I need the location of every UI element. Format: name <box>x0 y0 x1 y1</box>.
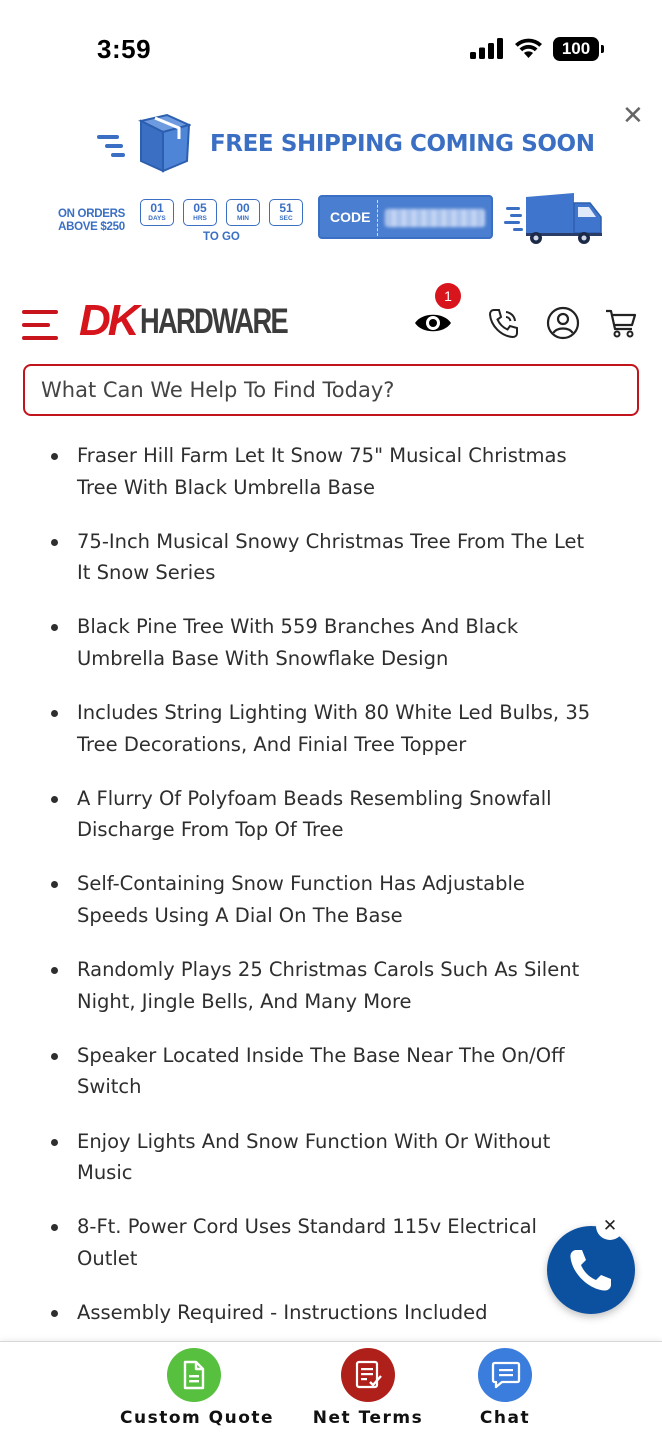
logo-hardware: HARDWARE <box>139 302 289 341</box>
countdown-days: 01 DAYS <box>140 199 174 226</box>
checklist-document-icon <box>355 1360 382 1389</box>
promo-close-icon[interactable]: ✕ <box>622 103 644 129</box>
chat-circle <box>478 1348 532 1402</box>
list-item: Includes String Lighting With 80 White L… <box>0 697 662 783</box>
bullet <box>51 967 58 975</box>
search-input[interactable] <box>25 366 637 414</box>
countdown-seconds: 51 SEC <box>269 199 303 226</box>
list-item: Randomly Plays 25 Christmas Carols Such … <box>0 954 662 1040</box>
countdown-minutes: 00 MIN <box>226 199 260 226</box>
promo-code-box[interactable]: CODE <box>318 195 493 239</box>
bullet <box>51 881 58 889</box>
phone-icon[interactable] <box>487 307 521 341</box>
countdown-to-go-label: TO GO <box>203 231 240 243</box>
chat-bubble-icon <box>491 1361 521 1389</box>
promo-code-label: CODE <box>330 209 371 225</box>
cellular-signal-icon <box>470 38 503 59</box>
list-item: A Flurry Of Polyfoam Beads Resembling Sn… <box>0 783 662 869</box>
bottom-action-bar: Custom Quote Net Terms Chat <box>0 1341 662 1440</box>
promo-code-divider <box>377 200 378 236</box>
chat-label: Chat <box>479 1408 531 1428</box>
bullet <box>51 795 58 803</box>
search-box[interactable] <box>23 364 639 416</box>
status-bar: 3:59 100 <box>0 0 662 90</box>
promo-banner[interactable]: ✕ FREE SHIPPING COMING SOON ON ORDERS AB… <box>0 95 662 265</box>
bullet <box>51 538 58 546</box>
list-item: Black Pine Tree With 559 Branches And Bl… <box>0 611 662 697</box>
user-account-icon[interactable] <box>546 306 580 340</box>
wifi-icon <box>515 38 542 58</box>
net-terms-label: Net Terms <box>312 1408 424 1428</box>
site-header: DK HARDWARE 1 <box>0 283 662 360</box>
chat-button[interactable]: Chat <box>470 1348 540 1428</box>
promo-headline: FREE SHIPPING COMING SOON <box>210 131 595 157</box>
list-item: Speaker Located Inside The Base Near The… <box>0 1040 662 1126</box>
bullet <box>51 710 58 718</box>
promo-order-minimum: ON ORDERS ABOVE $250 <box>58 208 125 233</box>
document-icon <box>183 1360 205 1390</box>
bullet <box>51 1224 58 1232</box>
custom-quote-button[interactable]: Custom Quote <box>120 1348 275 1428</box>
cart-icon[interactable] <box>605 307 637 339</box>
shipping-box-icon <box>97 113 191 173</box>
bullet <box>51 1309 58 1317</box>
promo-code-hidden-value <box>385 209 485 227</box>
custom-quote-circle <box>167 1348 221 1402</box>
logo-dk: DK <box>79 296 140 345</box>
bullet <box>51 453 58 460</box>
battery-indicator: 100 <box>553 37 604 61</box>
countdown-hours: 05 HRS <box>183 199 217 226</box>
call-close-icon[interactable]: ✕ <box>596 1212 624 1240</box>
call-button[interactable] <box>547 1226 635 1314</box>
net-terms-circle <box>341 1348 395 1402</box>
status-time: 3:59 <box>97 34 152 64</box>
promo-countdown: 01 DAYS 05 HRS 00 MIN 51 SEC <box>140 199 303 226</box>
list-item: Enjoy Lights And Snow Function With Or W… <box>0 1126 662 1212</box>
phone-handset-icon <box>570 1250 611 1291</box>
net-terms-button[interactable]: Net Terms <box>310 1348 426 1428</box>
list-item: 75-Inch Musical Snowy Christmas Tree Fro… <box>0 526 662 612</box>
bullet <box>51 1138 58 1146</box>
bullet <box>51 624 58 632</box>
dk-hardware-logo[interactable]: DK HARDWARE <box>79 296 328 345</box>
list-item: Fraser Hill Farm Let It Snow 75" Musical… <box>0 440 662 526</box>
list-item: Self-Containing Snow Function Has Adjust… <box>0 868 662 954</box>
menu-icon[interactable] <box>22 310 60 340</box>
bullet <box>51 1052 58 1060</box>
recently-viewed-badge: 1 <box>435 283 461 309</box>
delivery-truck-icon <box>504 193 602 244</box>
custom-quote-label: Custom Quote <box>120 1408 275 1428</box>
eye-icon[interactable] <box>414 310 452 336</box>
